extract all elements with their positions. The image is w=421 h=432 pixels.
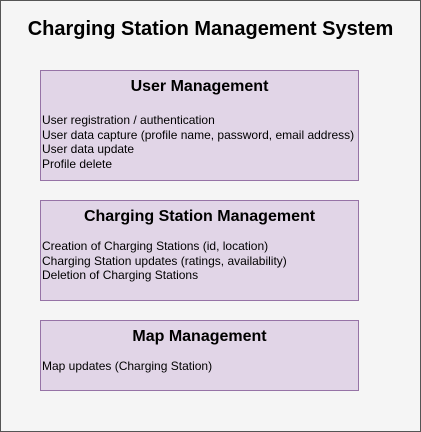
module-title: Charging Station Management — [83, 208, 316, 225]
diagram-title: Charging Station Management System — [27, 18, 394, 40]
module-title: Map Management — [132, 328, 267, 345]
module-items: Creation of Charging Stations (id, locat… — [41, 239, 358, 283]
module-items: Map updates (Charging Station) — [41, 359, 358, 374]
module-items: User registration / authentication User … — [41, 113, 358, 171]
module-item: User data capture (profile name, passwor… — [42, 127, 355, 142]
module-item: Deletion of Charging Stations — [42, 268, 199, 282]
module-item: Creation of Charging Stations (id, locat… — [42, 239, 269, 253]
module-user-management: User Management User registration / auth… — [40, 70, 359, 181]
module-item: User registration / authentication — [42, 113, 215, 127]
module-item: Profile delete — [42, 156, 113, 171]
module-charging-station-management: Charging Station Management Creation of … — [40, 200, 359, 301]
module-title: User Management — [130, 78, 269, 95]
module-item: Charging Station updates (ratings, avail… — [42, 253, 287, 268]
module-map-management: Map Management Map updates (Charging Sta… — [40, 320, 359, 391]
module-item: Map updates (Charging Station) — [42, 359, 213, 373]
module-item: User data update — [42, 142, 135, 156]
